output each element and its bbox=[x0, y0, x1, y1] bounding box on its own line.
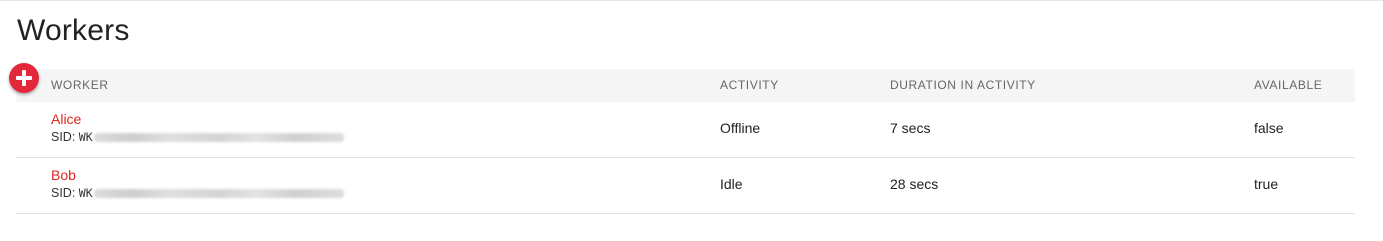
worker-activity: Offline bbox=[720, 120, 761, 136]
workers-page: Workers WORKER ACTIVITY DURATION IN ACTI… bbox=[0, 0, 1383, 241]
worker-available: false bbox=[1254, 120, 1284, 136]
sid-label: SID: bbox=[51, 186, 79, 200]
sid-redacted-value bbox=[93, 133, 344, 143]
plus-icon bbox=[16, 70, 32, 86]
add-worker-button[interactable] bbox=[9, 63, 39, 93]
column-header-duration[interactable]: DURATION IN ACTIVITY bbox=[890, 69, 1036, 102]
table-row: Alice SID: WK Offline 7 secs false bbox=[16, 102, 1355, 158]
worker-available: true bbox=[1254, 176, 1279, 192]
column-header-available[interactable]: AVAILABLE bbox=[1254, 69, 1322, 102]
column-header-activity[interactable]: ACTIVITY bbox=[720, 69, 779, 102]
worker-duration: 7 secs bbox=[890, 120, 931, 136]
table-header: WORKER ACTIVITY DURATION IN ACTIVITY AVA… bbox=[16, 69, 1355, 102]
worker-name-link[interactable]: Alice bbox=[51, 111, 81, 127]
sid-prefix: WK bbox=[78, 130, 93, 144]
table-row: Bob SID: WK Idle 28 secs true bbox=[16, 158, 1355, 214]
worker-sid: SID: WK bbox=[51, 186, 344, 200]
worker-activity: Idle bbox=[720, 176, 743, 192]
page-title: Workers bbox=[17, 14, 130, 47]
sid-label: SID: bbox=[51, 130, 79, 144]
worker-duration: 28 secs bbox=[890, 176, 939, 192]
column-header-worker[interactable]: WORKER bbox=[51, 69, 109, 102]
sid-redacted-value bbox=[93, 189, 344, 199]
worker-name-link[interactable]: Bob bbox=[51, 167, 76, 183]
top-divider bbox=[0, 0, 1383, 1]
sid-prefix: WK bbox=[78, 186, 93, 200]
workers-table: WORKER ACTIVITY DURATION IN ACTIVITY AVA… bbox=[16, 69, 1355, 214]
worker-sid: SID: WK bbox=[51, 130, 344, 144]
